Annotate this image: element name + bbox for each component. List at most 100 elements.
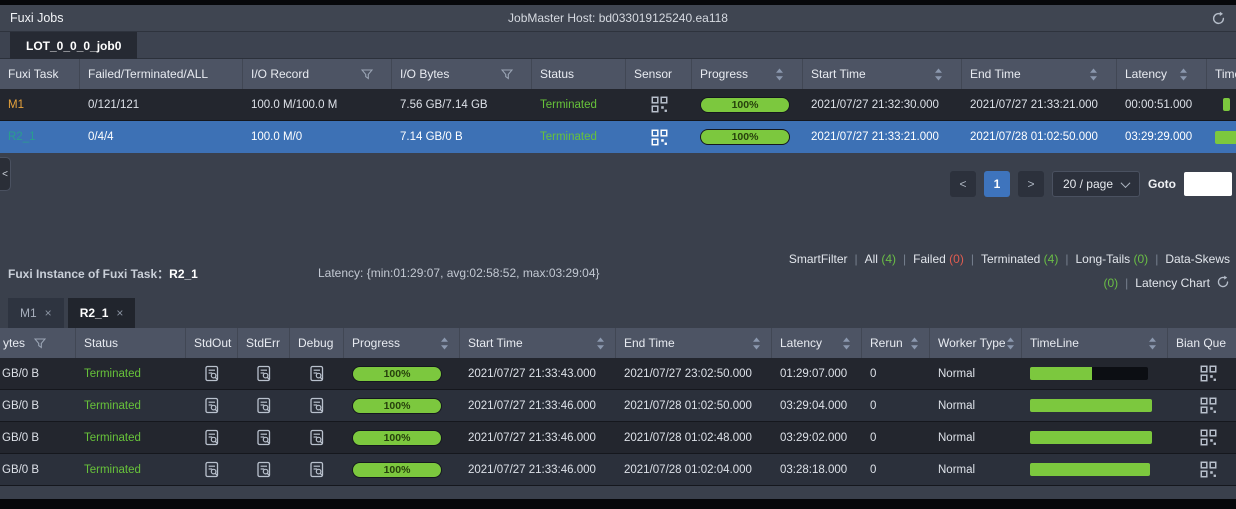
column-header-end-time[interactable]: End Time <box>962 59 1117 89</box>
instance-section-title: Fuxi Instance of Fuxi Task：R2_1 <box>8 265 198 282</box>
column-header-timeline[interactable]: TimeLine <box>1022 328 1168 358</box>
column-header-end-time[interactable]: End Time <box>616 328 772 358</box>
column-header-sensor[interactable]: Sensor <box>626 59 692 89</box>
next-page-button[interactable]: > <box>1017 171 1044 197</box>
column-header-bianque[interactable]: Bian Que <box>1168 328 1236 358</box>
rerun-cell: 0 <box>870 463 877 476</box>
bianque-diagnose-icon[interactable] <box>1200 461 1217 478</box>
stderr-log-icon[interactable] <box>256 429 272 446</box>
tab-job-lot[interactable]: LOT_0_0_0_job0 <box>10 32 138 59</box>
sensor-icon[interactable] <box>651 96 668 113</box>
sort-icon[interactable] <box>1179 68 1188 81</box>
bianque-diagnose-icon[interactable] <box>1200 429 1217 446</box>
column-header-worker-type[interactable]: Worker Type <box>930 328 1022 358</box>
sort-icon[interactable] <box>752 337 761 350</box>
column-header-debug[interactable]: Debug <box>290 328 344 358</box>
column-header-progress[interactable]: Progress <box>344 328 460 358</box>
column-header-io-bytes[interactable]: I/O Bytes <box>392 59 532 89</box>
sort-icon[interactable] <box>440 337 449 350</box>
sort-icon[interactable] <box>1148 337 1157 350</box>
filter-all[interactable]: All (4) <box>865 252 896 266</box>
stderr-log-icon[interactable] <box>256 461 272 478</box>
progress-bar: 100% <box>700 96 790 113</box>
debug-log-icon[interactable] <box>309 365 325 382</box>
refresh-icon[interactable] <box>1216 273 1230 297</box>
refresh-icon[interactable] <box>1211 11 1226 26</box>
close-icon[interactable]: × <box>45 306 52 320</box>
bianque-diagnose-icon[interactable] <box>1200 365 1217 382</box>
column-header-stderr[interactable]: StdErr <box>238 328 290 358</box>
debug-log-icon[interactable] <box>309 429 325 446</box>
task-row-m1[interactable]: M1 0/121/121 100.0 M/100.0 M 7.56 GB/7.1… <box>0 89 1236 121</box>
column-header-bytes[interactable]: ytes <box>0 328 76 358</box>
filter-data-skews[interactable]: Data-Skews <box>1165 252 1230 266</box>
instance-row[interactable]: GB/0 B Terminated 100% 2021/07/27 21:33:… <box>0 422 1236 454</box>
column-header-stdout[interactable]: StdOut <box>186 328 238 358</box>
io-record-cell: 100.0 M/100.0 M <box>251 98 338 111</box>
column-label: Status <box>540 67 575 81</box>
job-tabbar: LOT_0_0_0_job0 <box>0 32 1236 59</box>
tab-r2-1[interactable]: R2_1 × <box>67 298 136 328</box>
instance-row[interactable]: GB/0 B Terminated 100% 2021/07/27 21:33:… <box>0 454 1236 486</box>
sort-icon[interactable] <box>596 337 605 350</box>
task-link[interactable]: M1 <box>8 99 24 111</box>
column-header-status[interactable]: Status <box>76 328 186 358</box>
sort-icon[interactable] <box>775 68 784 81</box>
filter-terminated[interactable]: Terminated (4) <box>981 252 1058 266</box>
progress-bar: 100% <box>352 461 442 478</box>
instance-row[interactable]: GB/0 B Terminated 100% 2021/07/27 21:33:… <box>0 358 1236 390</box>
stderr-log-icon[interactable] <box>256 397 272 414</box>
sort-icon[interactable] <box>1006 337 1015 350</box>
tab-m1[interactable]: M1 × <box>8 298 64 328</box>
task-row-r2-1-selected[interactable]: R2_1 0/4/4 100.0 M/0 7.14 GB/0 B Termina… <box>0 121 1236 153</box>
page-size-select[interactable]: 20 / page <box>1051 171 1140 197</box>
current-page-button[interactable]: 1 <box>983 171 1010 197</box>
column-header-latency[interactable]: Latency <box>1117 59 1207 89</box>
column-header-failed-terminated-all[interactable]: Failed/Terminated/ALL <box>80 59 243 89</box>
sort-icon[interactable] <box>934 68 943 81</box>
column-header-start-time[interactable]: Start Time <box>803 59 962 89</box>
prev-page-button[interactable]: < <box>949 171 976 197</box>
goto-page-input[interactable] <box>1184 172 1232 196</box>
collapse-panel-handle[interactable]: < <box>0 157 11 191</box>
task-link[interactable]: R2_1 <box>8 131 36 143</box>
column-header-status[interactable]: Status <box>532 59 626 89</box>
column-header-fuxi-task[interactable]: Fuxi Task <box>0 59 80 89</box>
stdout-log-icon[interactable] <box>204 461 220 478</box>
column-header-timeline[interactable]: TimeLine <box>1207 59 1236 89</box>
filter-icon[interactable] <box>501 68 513 80</box>
stdout-log-icon[interactable] <box>204 365 220 382</box>
stdout-log-icon[interactable] <box>204 397 220 414</box>
start-time-cell: 2021/07/27 21:33:46.000 <box>468 399 596 412</box>
filter-icon[interactable] <box>34 337 47 349</box>
timeline-cell <box>1022 422 1168 453</box>
end-time-cell: 2021/07/28 01:02:50.000 <box>624 399 752 412</box>
column-label: TimeLine <box>1215 67 1236 81</box>
status-cell: Terminated <box>540 131 597 143</box>
column-header-io-record[interactable]: I/O Record <box>243 59 392 89</box>
sort-icon[interactable] <box>1089 68 1098 81</box>
column-header-start-time[interactable]: Start Time <box>460 328 616 358</box>
debug-log-icon[interactable] <box>309 461 325 478</box>
close-icon[interactable]: × <box>116 306 123 320</box>
instance-row[interactable]: GB/0 B Terminated 100% 2021/07/27 21:33:… <box>0 390 1236 422</box>
fuxi-jobs-screen: Fuxi Jobs JobMaster Host: bd033019125240… <box>0 0 1236 509</box>
filter-failed[interactable]: Failed (0) <box>913 252 964 266</box>
sensor-icon[interactable] <box>651 129 668 146</box>
status-cell: Terminated <box>540 98 597 111</box>
latency-cell: 00:00:51.000 <box>1125 98 1193 111</box>
column-header-rerun[interactable]: Rerun <box>862 328 930 358</box>
sort-icon[interactable] <box>910 337 919 350</box>
filter-long-tails[interactable]: Long-Tails (0) <box>1075 252 1148 266</box>
timeline-cell <box>1207 89 1236 120</box>
latency-chart-link[interactable]: Latency Chart <box>1135 276 1210 290</box>
filter-icon[interactable] <box>361 68 373 80</box>
bianque-diagnose-icon[interactable] <box>1200 397 1217 414</box>
stdout-log-icon[interactable] <box>204 429 220 446</box>
debug-log-icon[interactable] <box>309 397 325 414</box>
column-header-progress[interactable]: Progress <box>692 59 803 89</box>
start-time-cell: 2021/07/27 21:32:30.000 <box>811 98 939 111</box>
sort-icon[interactable] <box>842 337 851 350</box>
column-header-latency[interactable]: Latency <box>772 328 862 358</box>
stderr-log-icon[interactable] <box>256 365 272 382</box>
